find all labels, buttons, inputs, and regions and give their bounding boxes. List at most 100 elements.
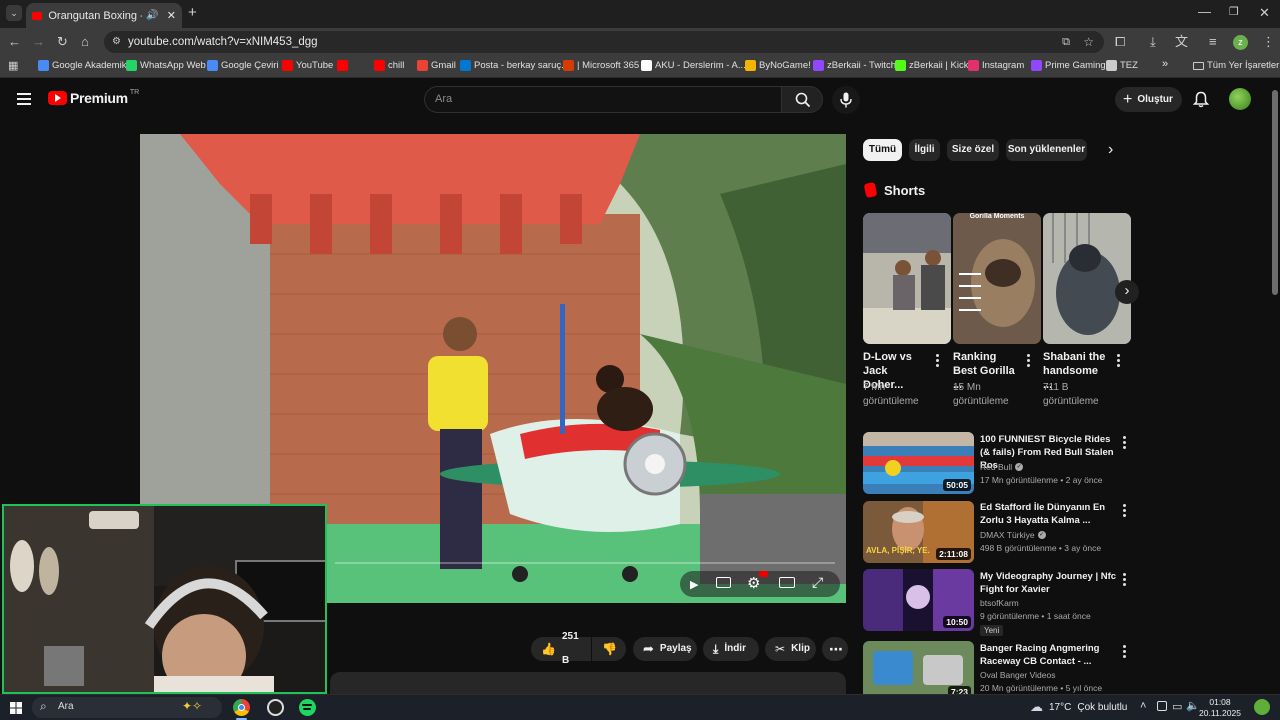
chip-all[interactable]: Tümü: [863, 139, 902, 161]
description-box[interactable]: [330, 672, 846, 694]
close-window-button[interactable]: ✕: [1259, 6, 1270, 20]
more-actions-button[interactable]: ⋯: [822, 637, 848, 661]
bookmark-item[interactable]: YouTube: [282, 60, 333, 71]
youtube-logo[interactable]: Premium TR: [48, 89, 139, 106]
translate-icon[interactable]: 文: [1175, 35, 1188, 49]
apps-grid-icon[interactable]: ▦: [8, 59, 18, 73]
chip-recently-uploaded[interactable]: Son yüklenenler: [1006, 139, 1087, 161]
downloads-icon[interactable]: ⤓: [1150, 35, 1156, 49]
bookmark-item[interactable]: Google Çeviri: [207, 60, 279, 71]
clock[interactable]: 01:08 20.11.2025: [1198, 697, 1242, 719]
bookmark-item[interactable]: WhatsApp Web: [126, 60, 206, 71]
chips-next-icon[interactable]: ›: [1108, 141, 1113, 159]
chip-related[interactable]: İlgili: [909, 139, 940, 161]
video-title[interactable]: Ed Stafford İle Dünyanın En Zorlu 3 Haya…: [980, 501, 1120, 527]
bookmarks-overflow-icon[interactable]: »: [1162, 58, 1168, 70]
bookmark-item[interactable]: chill: [374, 60, 404, 71]
create-button[interactable]: + Oluştur: [1115, 87, 1182, 112]
minimize-button[interactable]: —: [1198, 5, 1211, 19]
short-more-icon[interactable]: [1027, 354, 1031, 369]
dislike-button[interactable]: 👎: [592, 637, 626, 661]
video-thumbnail[interactable]: 50:05: [863, 432, 974, 494]
new-tab-button[interactable]: +: [188, 5, 197, 20]
bookmark-item[interactable]: Google Akademik: [38, 60, 126, 71]
notification-center-icon[interactable]: [1254, 699, 1270, 715]
bookmark-item[interactable]: zBerkaii | Kick: [895, 60, 968, 71]
bookmark-item[interactable]: Posta - berkay saruç...: [460, 60, 569, 71]
video-thumbnail[interactable]: 10:50: [863, 569, 974, 631]
bookmark-item[interactable]: ByNoGame!: [745, 60, 811, 71]
video-title[interactable]: My Videography Journey | Nfc Fight for X…: [980, 570, 1120, 596]
audio-icon[interactable]: 🔊: [146, 10, 158, 21]
short-more-icon[interactable]: [936, 354, 940, 369]
autoplay-toggle[interactable]: ▶: [690, 578, 698, 591]
bookmark-item[interactable]: Prime Gaming: [1031, 60, 1106, 71]
weather-widget[interactable]: ☁ 17°C Çok bulutlu: [1030, 699, 1127, 715]
tray-chevron-icon[interactable]: ˄: [1140, 700, 1146, 712]
notifications-bell-icon[interactable]: [1193, 91, 1209, 108]
bookmark-item[interactable]: Gmail: [417, 60, 456, 71]
short-thumbnail[interactable]: [863, 213, 951, 344]
download-button[interactable]: ⤓ İndir: [703, 637, 759, 661]
back-button[interactable]: ←: [8, 35, 21, 49]
clip-button[interactable]: ✂ Klip: [765, 637, 816, 661]
short-thumbnail[interactable]: Gorilla Moments: [953, 213, 1041, 344]
bookmark-item[interactable]: | Microsoft 365: [563, 60, 639, 71]
video-title[interactable]: Banger Racing Angmering Raceway CB Conta…: [980, 642, 1120, 668]
video-channel[interactable]: DMAX Türkiye ✓: [980, 529, 1046, 541]
windows-start-icon[interactable]: [10, 702, 22, 714]
video-more-icon[interactable]: [1123, 645, 1127, 660]
theater-mode-icon[interactable]: [779, 577, 795, 588]
bookmark-item[interactable]: TEZ: [1106, 60, 1138, 71]
home-button[interactable]: ⌂: [81, 35, 89, 49]
profile-avatar[interactable]: z: [1233, 35, 1248, 50]
page-scrollbar[interactable]: [1272, 90, 1278, 295]
video-more-icon[interactable]: [1123, 573, 1127, 588]
video-thumbnail[interactable]: 7:23: [863, 641, 974, 694]
all-bookmarks[interactable]: Tüm Yer İşaretleri: [1193, 60, 1280, 71]
network-icon[interactable]: ▭: [1172, 700, 1182, 713]
progress-bar[interactable]: [335, 562, 835, 564]
site-info-icon[interactable]: ⚙: [112, 31, 121, 53]
video-more-icon[interactable]: [1123, 504, 1127, 519]
chip-for-you[interactable]: Size özel: [947, 139, 999, 161]
extensions-icon[interactable]: ⧠: [1115, 35, 1125, 49]
tray-app-icon[interactable]: [1157, 701, 1167, 711]
subtitles-icon[interactable]: [716, 577, 731, 588]
channel-name[interactable]: Oval Banger Videos: [980, 669, 1055, 681]
browser-menu-icon[interactable]: ⋮: [1262, 35, 1275, 49]
tab-active[interactable]: Orangutan Boxing - YouTube 🔊 ✕: [26, 3, 182, 28]
bookmark-item[interactable]: zBerkaii - Twitch: [813, 60, 896, 71]
video-more-icon[interactable]: [1123, 436, 1127, 451]
share-button[interactable]: ➦ Paylaş: [633, 637, 697, 661]
channel-name[interactable]: btsofKarm: [980, 597, 1019, 609]
tab-search-icon[interactable]: ⌄: [6, 5, 22, 21]
bookmark-star-icon[interactable]: ☆: [1083, 31, 1094, 53]
restore-button[interactable]: ❐: [1229, 5, 1239, 19]
forward-button[interactable]: →: [32, 35, 45, 49]
video-channel[interactable]: Red Bull ✓: [980, 461, 1024, 473]
settings-gear-icon[interactable]: ⚙: [747, 574, 760, 592]
short-more-icon[interactable]: [1117, 354, 1121, 369]
shorts-next-button[interactable]: ›: [1115, 280, 1139, 304]
short-thumbnail[interactable]: [1043, 213, 1131, 344]
voice-search-button[interactable]: [832, 86, 860, 114]
search-button[interactable]: [781, 86, 823, 113]
install-icon[interactable]: ⧉: [1062, 31, 1070, 53]
bookmark-item[interactable]: Instagram: [968, 60, 1024, 71]
spotify-taskbar-icon[interactable]: [299, 699, 316, 716]
tab-search-list-icon[interactable]: ≡: [1209, 35, 1217, 49]
taskbar-search[interactable]: ⌕ Ara ✦✧: [32, 697, 222, 718]
bookmark-item[interactable]: [337, 60, 351, 71]
video-thumbnail[interactable]: AVLA, PİŞİR, YE. 2:11:08: [863, 501, 974, 563]
reload-button[interactable]: ↻: [57, 35, 68, 49]
bookmark-item[interactable]: AKU - Derslerim - A...: [641, 60, 746, 71]
like-button[interactable]: 👍 251 B: [531, 631, 591, 666]
obs-taskbar-icon[interactable]: [267, 699, 284, 716]
search-input[interactable]: Ara: [424, 86, 782, 113]
chrome-taskbar-icon[interactable]: [233, 699, 250, 716]
user-avatar[interactable]: [1229, 88, 1251, 110]
tab-close-icon[interactable]: ✕: [167, 9, 176, 22]
fullscreen-icon[interactable]: ⤢: [812, 574, 823, 591]
hamburger-menu-icon[interactable]: [17, 93, 31, 105]
